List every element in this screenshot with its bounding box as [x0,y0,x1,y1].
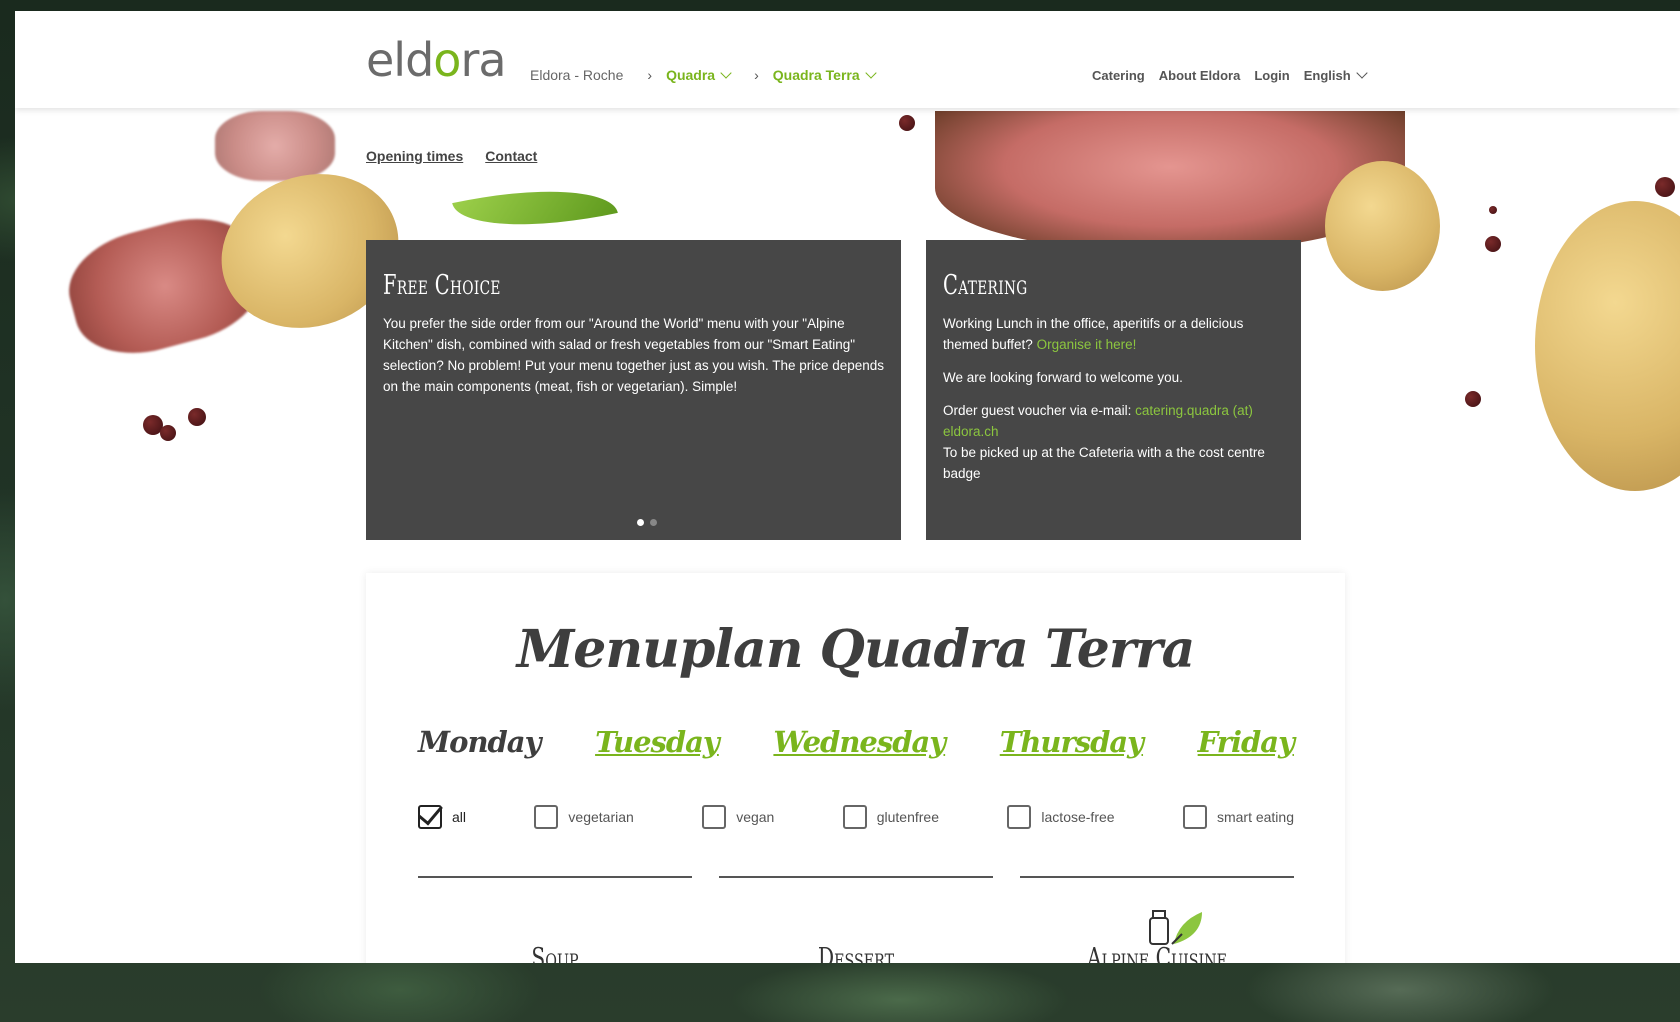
tab-thursday[interactable]: Thursday [1000,725,1144,759]
filter-all[interactable]: all [418,805,466,829]
breadcrumb: Eldora - Roche › Quadra › Quadra Terra [530,67,877,83]
pepper-berry [1465,391,1481,407]
browser-viewport: eldora Eldora - Roche › Quadra › Quadra … [15,11,1680,963]
organise-link[interactable]: Organise it here! [1037,337,1137,352]
menu-categories: Soup Dessert Alpine Cuisine [418,943,1294,963]
filter-label: lactose-free [1041,809,1115,825]
filter-vegetarian[interactable]: vegetarian [534,805,634,829]
free-choice-card: Free Choice You prefer the side order fr… [366,240,901,540]
checkbox[interactable] [842,805,867,829]
divider-line [418,876,692,878]
catering-card: Catering Working Lunch in the office, ap… [926,240,1301,540]
diet-filters: all vegetarian vegan glutenfree lactose-… [418,805,1294,829]
carousel-dots [637,519,657,526]
site-header: eldora Eldora - Roche › Quadra › Quadra … [15,11,1680,108]
filter-lactose-free[interactable]: lactose-free [1007,805,1115,829]
category-soup: Soup [531,943,579,963]
logo-text-accent: o [433,33,461,87]
meat-decoration-top-left [215,111,335,181]
category-dessert: Dessert [817,943,895,963]
filter-glutenfree[interactable]: glutenfree [842,805,940,829]
alpine-milk-leaf-icon [1149,910,1202,945]
filter-label: vegetarian [568,809,634,825]
menu-plan-title: Menuplan Quadra Terra [516,619,1196,680]
logo-text: ra [460,33,506,87]
checkbox-checked[interactable] [418,805,442,829]
catering-title: Catering [943,270,1028,301]
filter-label: glutenfree [876,809,940,825]
divider-line [1020,876,1294,878]
filter-label: vegan [736,809,775,825]
day-tabs: Monday Tuesday Wednesday Thursday Friday [418,725,1295,759]
tab-monday[interactable]: Monday [418,725,541,759]
tab-wednesday[interactable]: Wednesday [773,725,946,759]
catering-text-1: Working Lunch in the office, aperitifs o… [943,313,1288,355]
leaf-decoration [452,169,618,247]
column-dividers [418,876,1294,878]
language-selector[interactable]: English [1303,67,1368,83]
eldora-logo[interactable]: eldora [366,33,507,87]
nav-about[interactable]: About Eldora [1159,68,1241,83]
carousel-dot-active[interactable] [637,519,644,526]
contact-link[interactable]: Contact [485,148,537,164]
chevron-down-icon [720,67,732,79]
catering-text-3: Order guest voucher via e-mail: catering… [943,400,1288,442]
tab-friday[interactable]: Friday [1198,725,1295,759]
breadcrumb-quadra-label: Quadra [666,67,716,83]
breadcrumb-home[interactable]: Eldora - Roche [530,67,623,83]
breadcrumb-quadra-terra-label: Quadra Terra [772,67,860,83]
breadcrumb-separator-icon: › [754,67,759,83]
divider-line [719,876,993,878]
sub-navigation: Opening times Contact [366,148,537,164]
chevron-down-icon [864,67,877,79]
free-choice-title: Free Choice [383,270,501,301]
breadcrumb-separator-icon: › [647,67,653,83]
carousel-dot[interactable] [650,519,657,526]
checkbox[interactable] [534,805,559,829]
filter-label: all [452,809,467,825]
tab-tuesday[interactable]: Tuesday [595,725,720,759]
pepper-berry [1655,177,1675,197]
checkbox[interactable] [1007,805,1032,829]
logo-text: eld [366,33,434,87]
potato-decoration-center [1325,161,1440,291]
pepper-berry [188,408,206,426]
free-choice-text: You prefer the side order from our "Arou… [383,316,885,394]
chevron-down-icon [1356,67,1368,79]
pepper-berry [899,115,915,131]
menu-plan-panel: Menuplan Quadra Terra Monday Tuesday Wed… [366,573,1345,963]
breadcrumb-quadra[interactable]: Quadra [666,67,732,83]
checkbox[interactable] [1182,805,1207,829]
catering-text-2: We are looking forward to welcome you. [943,370,1183,385]
nav-login[interactable]: Login [1254,68,1289,83]
nav-catering[interactable]: Catering [1092,68,1145,83]
filter-vegan[interactable]: vegan [702,805,774,829]
category-alpine-cuisine: Alpine Cuisine [1086,943,1228,963]
potato-decoration-right [1535,201,1680,491]
breadcrumb-quadra-terra[interactable]: Quadra Terra [772,67,877,83]
pepper-berry [1485,236,1501,252]
top-navigation: Catering About Eldora Login English [1092,67,1368,83]
checkbox[interactable] [702,805,727,829]
filter-smart-eating[interactable]: smart eating [1182,805,1294,829]
pepper-berry [160,425,176,441]
filter-label: smart eating [1216,809,1294,825]
catering-text-4: To be picked up at the Cafeteria with a … [943,445,1265,481]
pepper-berry [1489,206,1497,214]
opening-times-link[interactable]: Opening times [366,148,463,164]
language-label: English [1303,68,1351,83]
voucher-text: Order guest voucher via e-mail: [943,403,1132,418]
